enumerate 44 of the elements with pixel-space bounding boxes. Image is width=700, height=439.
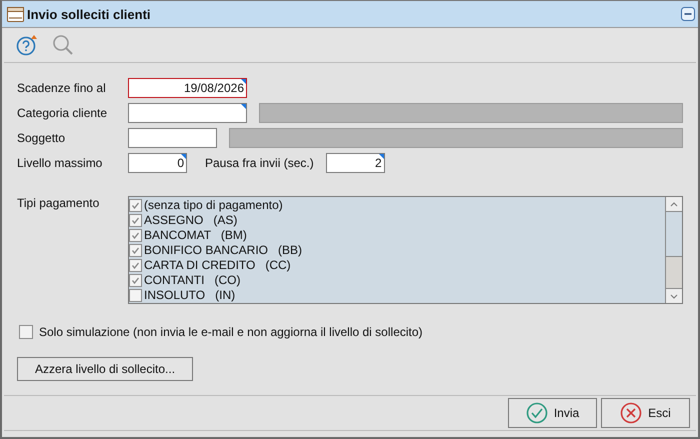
list-item-label[interactable]: ASSEGNO (AS): [144, 213, 238, 227]
checkbox[interactable]: [19, 325, 33, 339]
list-item-label[interactable]: (senza tipo di pagamento): [144, 198, 283, 212]
input-field[interactable]: 2: [326, 153, 385, 173]
field-label: Livello massimo: [17, 156, 104, 170]
input-field[interactable]: 19/08/2026: [128, 78, 247, 98]
list-item-label[interactable]: INSOLUTO (IN): [144, 288, 236, 302]
input-field[interactable]: [128, 128, 217, 148]
field-label: Scadenze fino al: [17, 81, 107, 95]
scrollbar[interactable]: [665, 197, 682, 303]
checkbox-label[interactable]: Solo simulazione (non invia le e-mail e non aggiorna il livello di sollecito): [39, 325, 423, 339]
chevron-up-icon[interactable]: [670, 202, 678, 206]
checkbox[interactable]: [129, 228, 142, 242]
checkbox[interactable]: [129, 244, 142, 256]
list-item-label[interactable]: BANCOMAT (BM): [144, 228, 247, 242]
list-item-label[interactable]: CONTANTI (CO): [144, 273, 240, 287]
list-item-label[interactable]: CARTA DI CREDITO (CC): [144, 258, 291, 272]
help-icon[interactable]: [16, 34, 38, 56]
close-icon: [620, 402, 642, 424]
reset-level-button[interactable]: Azzera livello di sollecito...: [17, 357, 193, 381]
checkbox[interactable]: [129, 288, 142, 302]
field-label: Soggetto: [17, 131, 66, 145]
corner-marker-icon: [181, 154, 186, 159]
search-icon[interactable]: [52, 34, 74, 56]
corner-marker-icon: [241, 79, 246, 84]
field-label: Categoria cliente: [17, 106, 108, 120]
minimize-icon[interactable]: [681, 7, 695, 21]
exit-button[interactable]: Esci: [601, 398, 690, 428]
list-item-label[interactable]: BONIFICO BANCARIO (BB): [144, 243, 302, 257]
field-label: Pausa fra invii (sec.): [205, 156, 314, 170]
chevron-down-icon[interactable]: [670, 294, 678, 298]
check-icon: [526, 402, 548, 424]
checkbox[interactable]: [129, 198, 142, 212]
input-field[interactable]: [128, 103, 247, 123]
checkbox[interactable]: [129, 274, 142, 286]
send-button[interactable]: Invia: [508, 398, 597, 428]
corner-marker-icon: [378, 154, 384, 159]
window-title: Invio solleciti clienti: [27, 6, 152, 22]
field-label: Tipi pagamento: [17, 196, 100, 212]
window-icon: [7, 6, 24, 22]
checkbox[interactable]: [129, 214, 142, 226]
input-field[interactable]: 0: [128, 153, 187, 173]
corner-marker-icon: [241, 104, 246, 109]
checkbox[interactable]: [129, 258, 142, 272]
